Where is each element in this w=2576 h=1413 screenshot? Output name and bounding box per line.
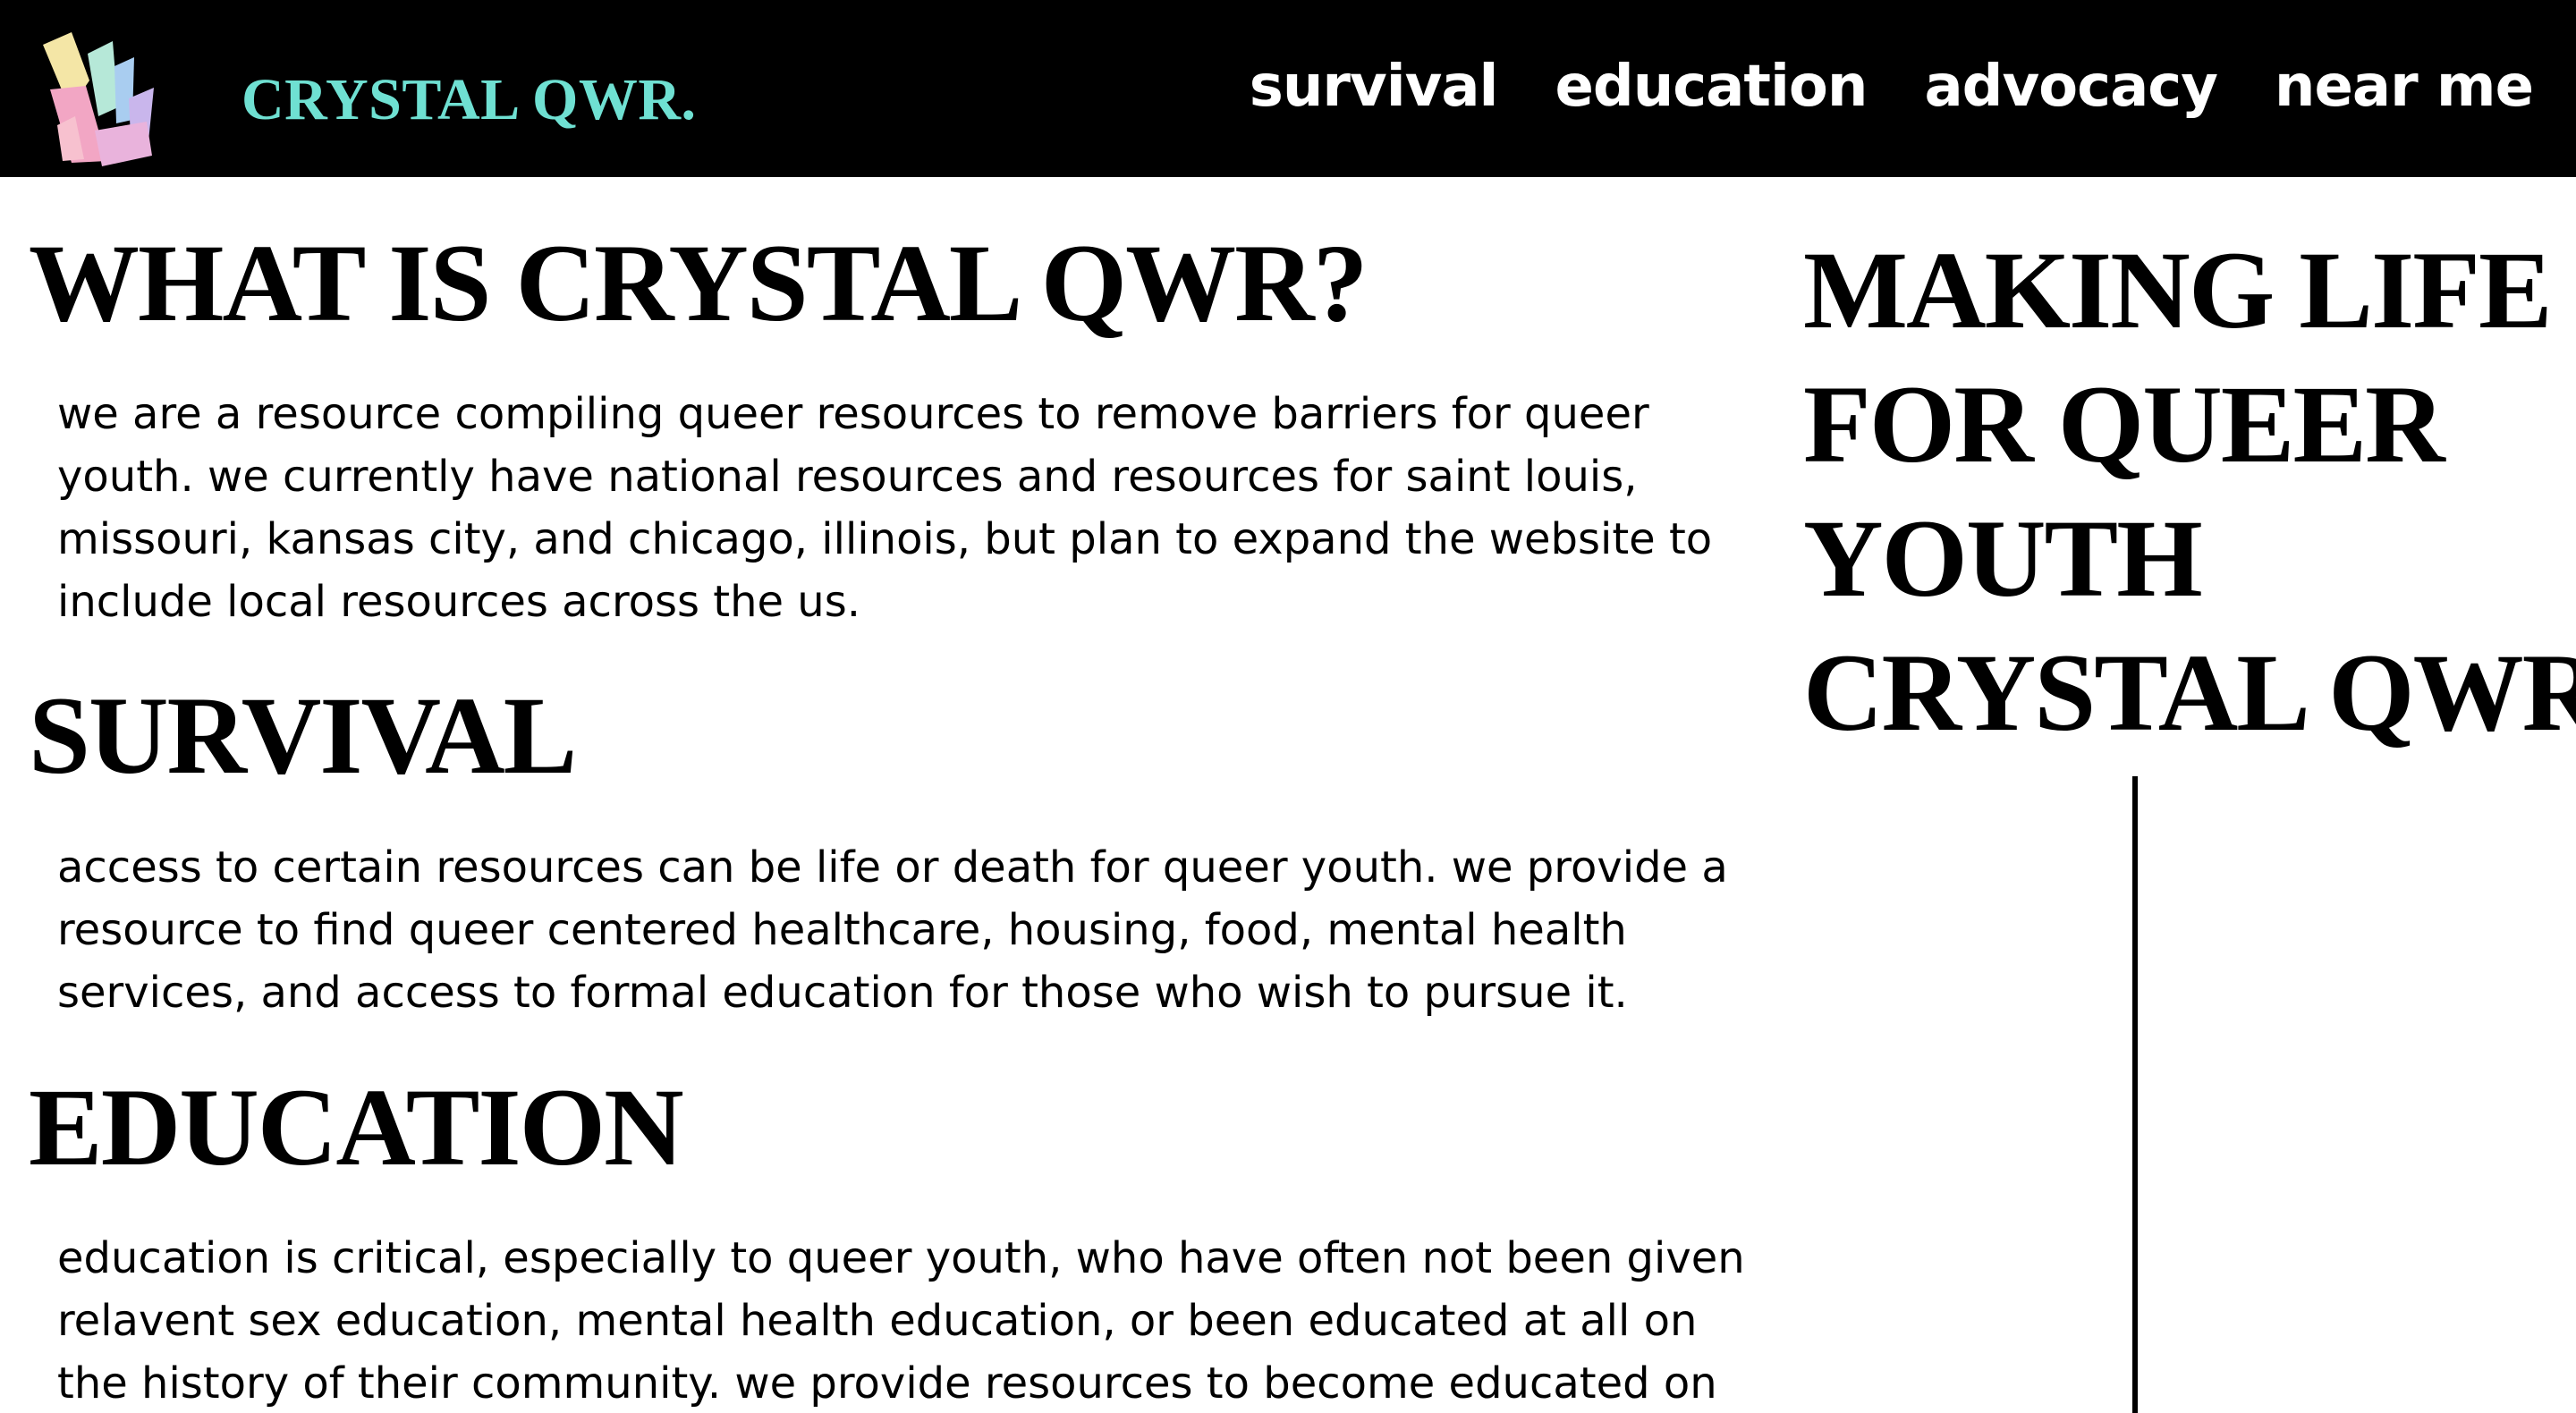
crystal-logo-icon[interactable] [36, 27, 170, 170]
nav-education[interactable]: education [1555, 47, 1868, 127]
tagline-line-1: MAKING LIFE [1803, 229, 2553, 351]
main-nav: survival education advocacy near me [1250, 47, 2534, 127]
vertical-divider [2132, 776, 2138, 1413]
survival-heading: SURVIVAL [29, 674, 577, 797]
education-heading: EDUCATION [29, 1066, 684, 1189]
brand-name[interactable]: CRYSTAL QWR. [242, 64, 697, 136]
tagline-line-2: FOR QUEER [1803, 363, 2445, 486]
education-paragraph: education is critical, especially to que… [57, 1233, 1745, 1409]
what-is-paragraph: we are a resource compiling queer resour… [57, 389, 1713, 627]
what-is-heading: WHAT IS CRYSTAL QWR? [29, 222, 1368, 344]
crystal-cluster-icon [43, 32, 154, 166]
tagline-line-4: CRYSTAL QWR [1803, 631, 2576, 754]
survival-paragraph: access to certain resources can be life … [57, 842, 1728, 1018]
nav-survival[interactable]: survival [1250, 47, 1499, 127]
nav-advocacy[interactable]: advocacy [1924, 47, 2217, 127]
nav-near-me[interactable]: near me [2275, 47, 2534, 127]
sidebar-tagline: MAKING LIFE FOR QUEER YOUTH CRYSTAL QWR [1803, 224, 2576, 760]
tagline-line-3: YOUTH [1803, 497, 2203, 620]
top-navbar: CRYSTAL QWR. survival education advocacy… [0, 0, 2576, 177]
